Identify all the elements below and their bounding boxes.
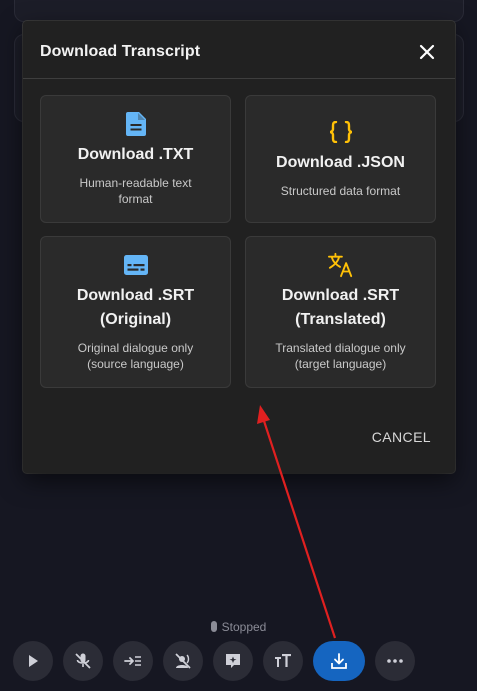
play-button[interactable] — [13, 641, 53, 681]
option-label: Download .JSON — [276, 154, 405, 171]
text-size-button[interactable] — [263, 641, 303, 681]
cancel-button[interactable]: CANCEL — [372, 429, 431, 445]
mic-off-icon — [75, 653, 91, 669]
option-label: Download .SRT (Translated) — [281, 287, 400, 328]
translate-icon — [327, 252, 354, 278]
download-srt-original-option[interactable]: Download .SRT (Original) Original dialog… — [40, 236, 231, 388]
more-icon — [387, 659, 403, 663]
input-icon — [124, 656, 141, 666]
download-icon — [331, 653, 347, 669]
option-description: Structured data format — [280, 184, 401, 198]
option-description: Original dialogue only (source language) — [77, 341, 194, 371]
option-description: Translated dialogue only (target languag… — [275, 341, 406, 371]
document-icon — [123, 111, 149, 137]
voice-off-button[interactable] — [163, 641, 203, 681]
input-button[interactable] — [113, 641, 153, 681]
close-icon — [419, 44, 435, 60]
more-options-button[interactable] — [375, 641, 415, 681]
option-label: Download .SRT (Original) — [76, 287, 195, 328]
background-card — [14, 0, 464, 22]
close-button[interactable] — [415, 40, 439, 64]
play-icon — [29, 655, 38, 667]
voice-off-icon — [175, 653, 191, 669]
status-text: Stopped — [221, 620, 267, 634]
download-srt-translated-option[interactable]: Download .SRT (Translated) Translated di… — [245, 236, 436, 388]
add-comment-button[interactable] — [213, 641, 253, 681]
status-indicator-icon — [210, 621, 217, 632]
mute-mic-button[interactable] — [63, 641, 103, 681]
download-txt-option[interactable]: Download .TXT Human-readable text format — [40, 95, 231, 223]
playback-status: Stopped — [0, 620, 477, 634]
subtitles-icon — [123, 252, 149, 278]
download-dialog: Download Transcript Download .TXT Human-… — [23, 21, 455, 473]
text-size-icon — [275, 654, 291, 667]
braces-icon — [328, 119, 354, 145]
option-label: Download .TXT — [77, 146, 194, 163]
dialog-header: Download Transcript — [23, 21, 455, 79]
option-description: Human-readable text format — [79, 176, 192, 206]
add-comment-icon — [226, 654, 240, 668]
bottom-toolbar — [0, 641, 477, 681]
dialog-title: Download Transcript — [40, 43, 201, 60]
download-json-option[interactable]: Download .JSON Structured data format — [245, 95, 436, 223]
download-button[interactable] — [313, 641, 365, 681]
